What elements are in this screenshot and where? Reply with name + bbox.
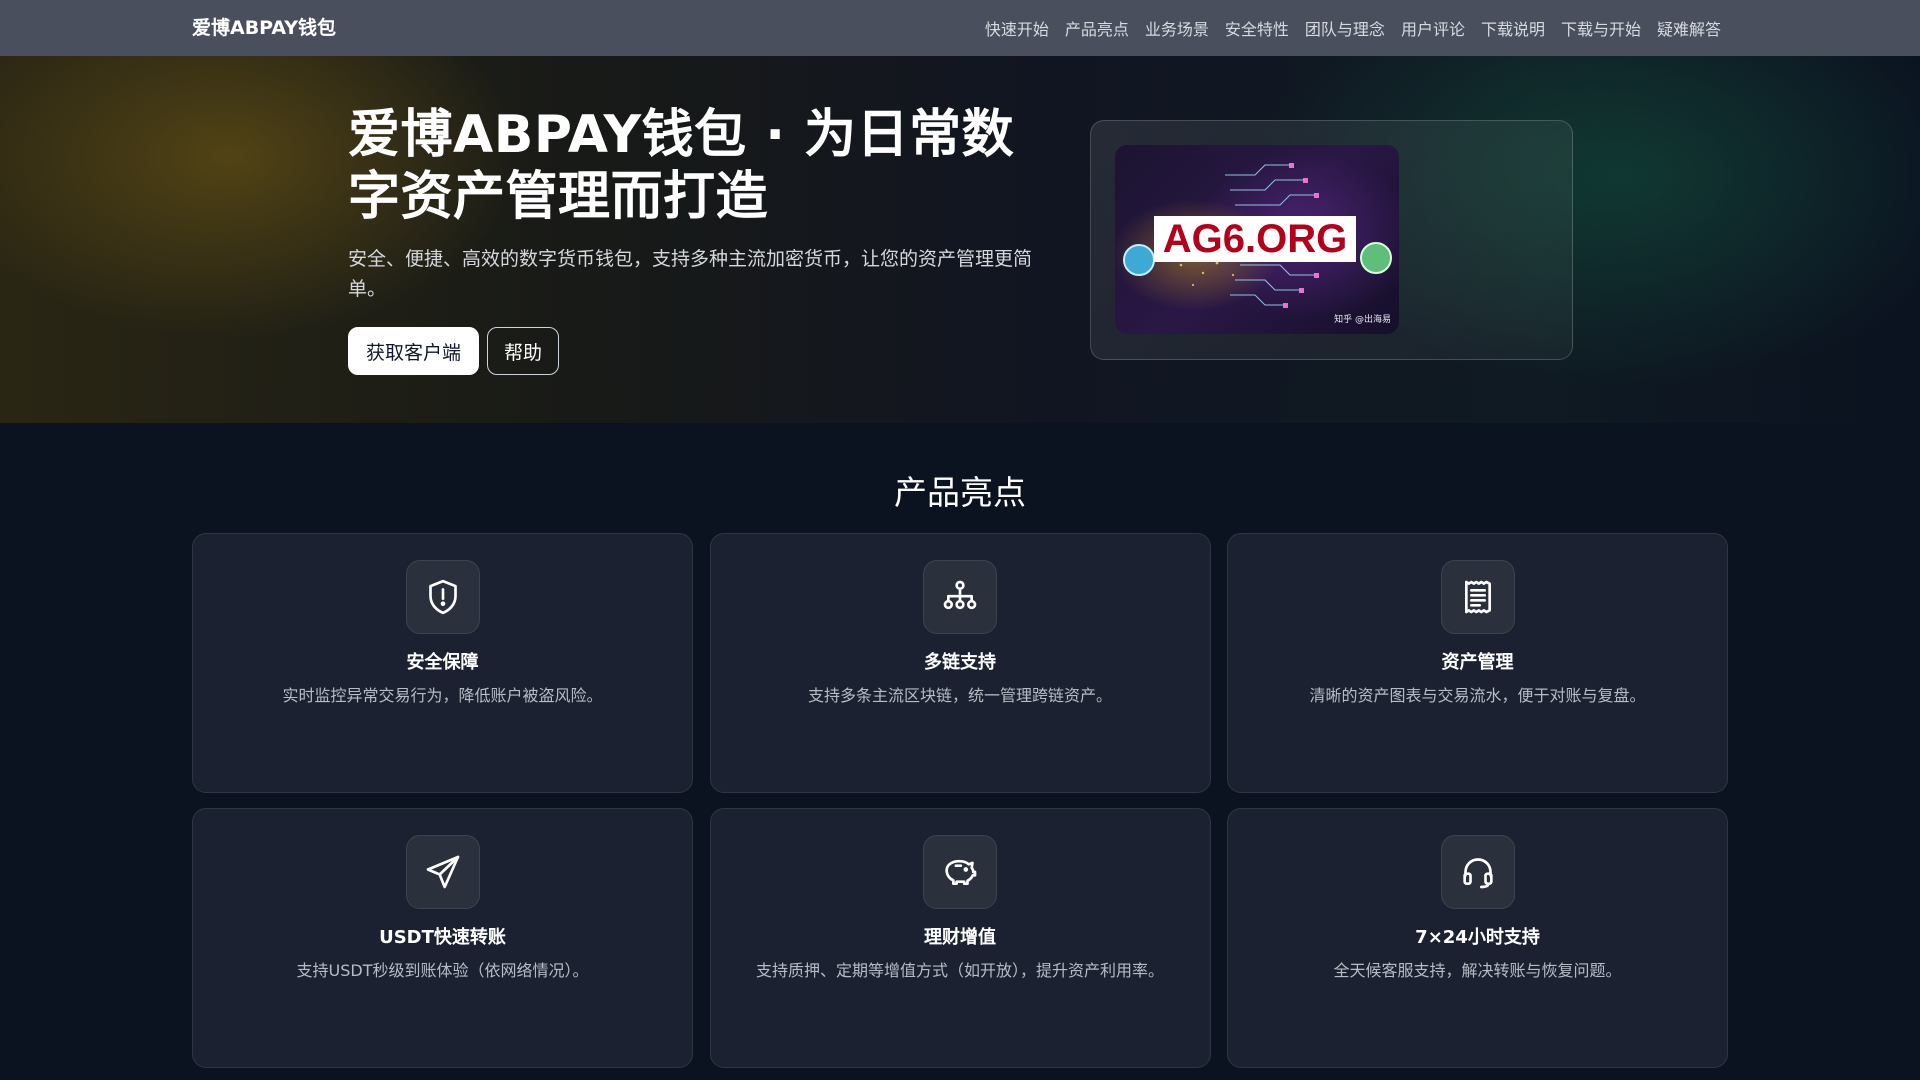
hero-section: 爱博ABPAY钱包 · 为日常数字资产管理而打造 安全、便捷、高效的数字货币钱包… xyxy=(0,56,1920,423)
feature-cards-grid: 安全保障 实时监控异常交易行为，降低账户被盗风险。 多链支持 支持多条主流区块链… xyxy=(192,533,1728,1068)
hero-illustration: AG6.ORG 知乎 @出海易 xyxy=(1115,145,1399,334)
shield-alert-icon xyxy=(405,560,480,634)
nav-link-faq[interactable]: 疑难解答 xyxy=(1657,16,1721,40)
feature-card-support: 7×24小时支持 全天候客服支持，解决转账与恢复问题。 xyxy=(1227,808,1728,1068)
receipt-icon xyxy=(1440,560,1515,634)
help-button[interactable]: 帮助 xyxy=(487,327,560,375)
hero-image-card: AG6.ORG 知乎 @出海易 xyxy=(1090,120,1573,360)
feature-card-wealth: 理财增值 支持质押、定期等增值方式（如开放），提升资产利用率。 xyxy=(709,808,1211,1068)
hero-title: 爱博ABPAY钱包 · 为日常数字资产管理而打造 xyxy=(348,105,1015,227)
network-icon xyxy=(923,560,997,634)
feature-desc: 支持质押、定期等增值方式（如开放），提升资产利用率。 xyxy=(755,961,1164,980)
nav-link-highlights[interactable]: 产品亮点 xyxy=(1065,16,1129,40)
nav-link-download-notes[interactable]: 下载说明 xyxy=(1481,16,1545,40)
nav-link-security[interactable]: 安全特性 xyxy=(1225,16,1289,40)
feature-title: 安全保障 xyxy=(406,652,479,673)
image-credit: 知乎 @出海易 xyxy=(1334,315,1391,325)
nav-link-reviews[interactable]: 用户评论 xyxy=(1401,16,1465,40)
send-icon xyxy=(405,835,480,909)
nav-link-download-start[interactable]: 下载与开始 xyxy=(1561,16,1641,40)
feature-title: 多链支持 xyxy=(924,652,996,673)
nav-links: 快速开始 产品亮点 业务场景 安全特性 团队与理念 用户评论 下载说明 下载与开… xyxy=(985,0,1721,56)
nav-link-team[interactable]: 团队与理念 xyxy=(1305,16,1385,40)
feature-desc: 支持USDT秒级到账体验（依网络情况）。 xyxy=(296,961,589,980)
feature-desc: 清晰的资产图表与交易流水，便于对账与复盘。 xyxy=(1309,686,1646,705)
feature-title: 理财增值 xyxy=(924,927,996,948)
get-client-button[interactable]: 获取客户端 xyxy=(348,327,480,375)
piggy-bank-icon xyxy=(923,835,997,909)
feature-card-security: 安全保障 实时监控异常交易行为，降低账户被盗风险。 xyxy=(192,533,693,793)
feature-desc: 全天候客服支持，解决转账与恢复问题。 xyxy=(1333,961,1622,980)
brand-logo[interactable]: 爱博ABPAY钱包 xyxy=(192,0,336,56)
top-navbar: 爱博ABPAY钱包 快速开始 产品亮点 业务场景 安全特性 团队与理念 用户评论… xyxy=(0,0,1920,57)
feature-desc: 实时监控异常交易行为，降低账户被盗风险。 xyxy=(282,686,603,705)
feature-title: USDT快速转账 xyxy=(379,927,506,948)
feature-desc: 支持多条主流区块链，统一管理跨链资产。 xyxy=(807,686,1112,705)
feature-title: 7×24小时支持 xyxy=(1415,927,1540,948)
section-title-highlights: 产品亮点 xyxy=(894,473,1026,512)
headset-icon xyxy=(1440,835,1515,909)
hero-subtitle: 安全、便捷、高效的数字货币钱包，支持多种主流加密货币，让您的资产管理更简单。 xyxy=(348,248,1033,300)
hero-buttons: 获取客户端 帮助 xyxy=(348,327,560,375)
feature-card-usdt-transfer: USDT快速转账 支持USDT秒级到账体验（依网络情况）。 xyxy=(192,808,693,1068)
nav-link-scenarios[interactable]: 业务场景 xyxy=(1145,16,1209,40)
feature-title: 资产管理 xyxy=(1441,652,1514,673)
feature-card-multichain: 多链支持 支持多条主流区块链，统一管理跨链资产。 xyxy=(709,533,1211,793)
watermark-text: AG6.ORG xyxy=(1154,216,1356,262)
feature-card-asset-management: 资产管理 清晰的资产图表与交易流水，便于对账与复盘。 xyxy=(1227,533,1728,793)
nav-link-quick-start[interactable]: 快速开始 xyxy=(985,16,1049,40)
